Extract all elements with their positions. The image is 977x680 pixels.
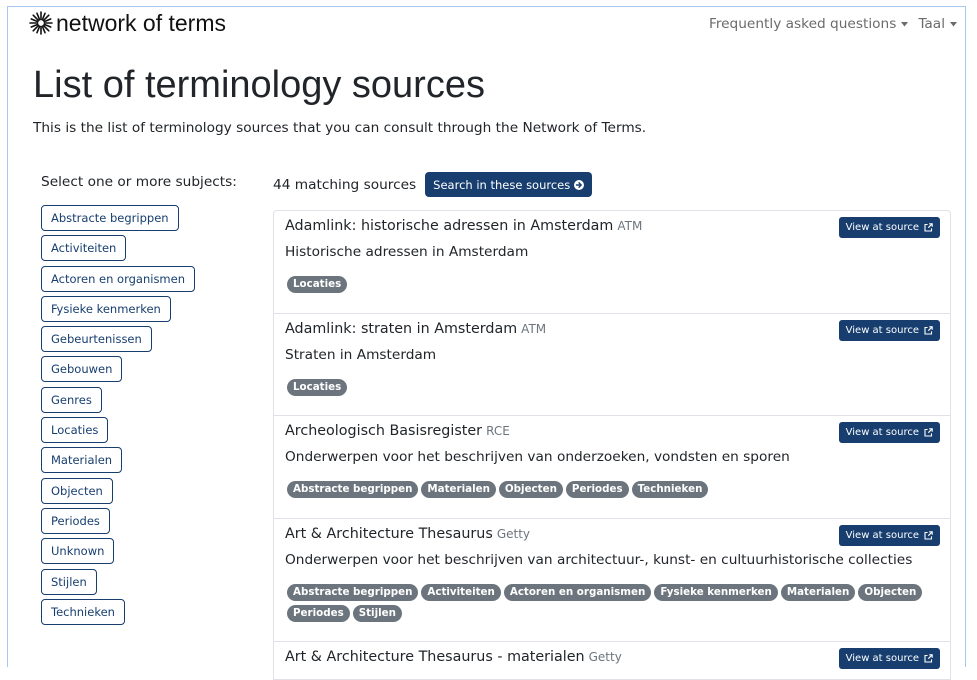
source-item: View at source Adamlink: historische adr… [274,211,950,314]
subject-badge: Technieken [631,481,709,498]
subject-badge: Periodes [287,604,350,622]
site-logo[interactable]: network of terms [29,9,226,37]
nav-faq-label: Frequently asked questions [708,16,897,32]
subject-badge: Objecten [858,583,923,601]
results-panel: 44 matching sources Search in these sour… [273,172,951,680]
subject-filters: Select one or more subjects: Abstracte b… [41,172,256,625]
sunburst-logo-icon [29,10,53,36]
subject-filter-unknown[interactable]: Unknown [41,538,115,565]
external-link-icon [924,428,933,437]
nav-language-label: Taal [918,16,945,32]
source-organization: Getty [588,650,622,664]
subject-filter-gebouwen[interactable]: Gebouwen [41,356,123,383]
subject-filter-objecten[interactable]: Objecten [41,477,113,504]
subject-filter-gebeurtenissen[interactable]: Gebeurtenissen [41,326,152,353]
external-link-icon [924,530,933,540]
matching-sources-count: 44 matching sources [273,176,417,193]
view-at-source-label: View at source [845,653,919,664]
external-link-icon [924,325,933,335]
source-organization: RCE [486,424,510,438]
source-name: Adamlink: straten in Amsterdam [285,320,518,337]
subject-badge: Locaties [287,378,348,396]
subject-badge: Activiteiten [421,583,501,601]
view-at-source-label: View at source [845,427,919,438]
subject-badge: Abstracte begrippen [287,583,419,601]
view-at-source-button[interactable]: View at source [838,524,940,546]
subject-filter-genres[interactable]: Genres [41,386,102,413]
search-in-sources-button[interactable]: Search in these sources [425,172,593,197]
nav-faq-dropdown[interactable]: Frequently asked questions [708,14,909,34]
external-link-icon [924,654,933,663]
view-at-source-button[interactable]: View at source [838,422,940,443]
source-organization: ATM [521,321,547,336]
subject-filter-materialen[interactable]: Materialen [41,447,123,474]
source-name: Art & Architecture Thesaurus [285,525,493,542]
filters-heading: Select one or more subjects: [41,174,237,190]
subject-badge: Objecten [498,481,563,498]
view-at-source-label: View at source [845,324,919,336]
subject-badge: Abstracte begrippen [287,481,419,498]
subject-filter-list: Abstracte begrippen Activiteiten Actoren… [41,205,256,625]
view-at-source-label: View at source [845,222,919,233]
subject-filter-abstracte-begrippen[interactable]: Abstracte begrippen [41,205,179,231]
subject-filter-stijlen[interactable]: Stijlen [41,568,97,595]
logo-text: network of terms [56,10,226,36]
nav-language-dropdown[interactable]: Taal [918,14,957,34]
source-item: View at source Adamlink: straten in Amst… [274,314,950,416]
search-in-sources-label: Search in these sources [433,177,571,192]
sources-list: View at source Adamlink: historische adr… [273,210,951,680]
subject-filter-periodes[interactable]: Periodes [41,507,110,534]
caret-down-icon [950,21,957,27]
subject-badges: Locaties [287,276,939,293]
source-item: View at source Art & Architecture Thesau… [274,642,950,680]
view-at-source-button[interactable]: View at source [838,217,940,238]
subject-badge: Fysieke kenmerken [654,583,778,601]
view-at-source-button[interactable]: View at source [838,319,940,341]
source-item: View at source Art & Architecture Thesau… [274,519,950,642]
top-navigation: Frequently asked questions Taal [709,14,957,34]
page-title: List of terminology sources [33,64,485,106]
subject-badge: Materialen [421,481,496,498]
subject-badge: Stijlen [352,604,402,622]
results-bar: 44 matching sources Search in these sour… [273,172,951,197]
source-description: Onderwerpen voor het beschrijven van arc… [285,551,913,568]
source-organization: Getty [496,526,531,541]
source-description: Historische adressen in Amsterdam [285,244,529,260]
external-link-icon [924,223,933,232]
view-at-source-button[interactable]: View at source [838,648,940,669]
subject-badges: Abstracte begrippen Materialen Objecten … [287,481,939,498]
page-intro: This is the list of terminology sources … [33,120,647,136]
source-organization: ATM [617,219,643,233]
subject-badge: Actoren en organismen [503,583,652,601]
subject-filter-activiteiten[interactable]: Activiteiten [41,235,127,262]
source-name: Adamlink: historische adressen in Amster… [285,218,614,234]
caret-down-icon [901,21,909,27]
subject-filter-fysieke-kenmerken[interactable]: Fysieke kenmerken [41,295,171,322]
subject-badge: Periodes [565,481,629,498]
circle-arrow-right-icon [574,179,585,190]
view-at-source-label: View at source [845,529,919,541]
subject-filter-locaties[interactable]: Locaties [41,417,109,444]
source-description: Onderwerpen voor het beschrijven van ond… [285,449,790,465]
subject-badges: Abstracte begrippen Activiteiten Actoren… [287,583,939,622]
source-item: View at source Archeologisch Basisregist… [274,416,950,519]
subject-badges: Locaties [287,378,939,396]
source-description: Straten in Amsterdam [285,346,437,363]
subject-badge: Locaties [287,276,348,293]
subject-filter-technieken[interactable]: Technieken [41,598,125,625]
subject-badge: Materialen [780,583,856,601]
source-name: Archeologisch Basisregister [285,423,483,439]
source-name: Art & Architecture Thesaurus - materiale… [285,649,585,665]
subject-filter-actoren-en-organismen[interactable]: Actoren en organismen [41,265,195,292]
